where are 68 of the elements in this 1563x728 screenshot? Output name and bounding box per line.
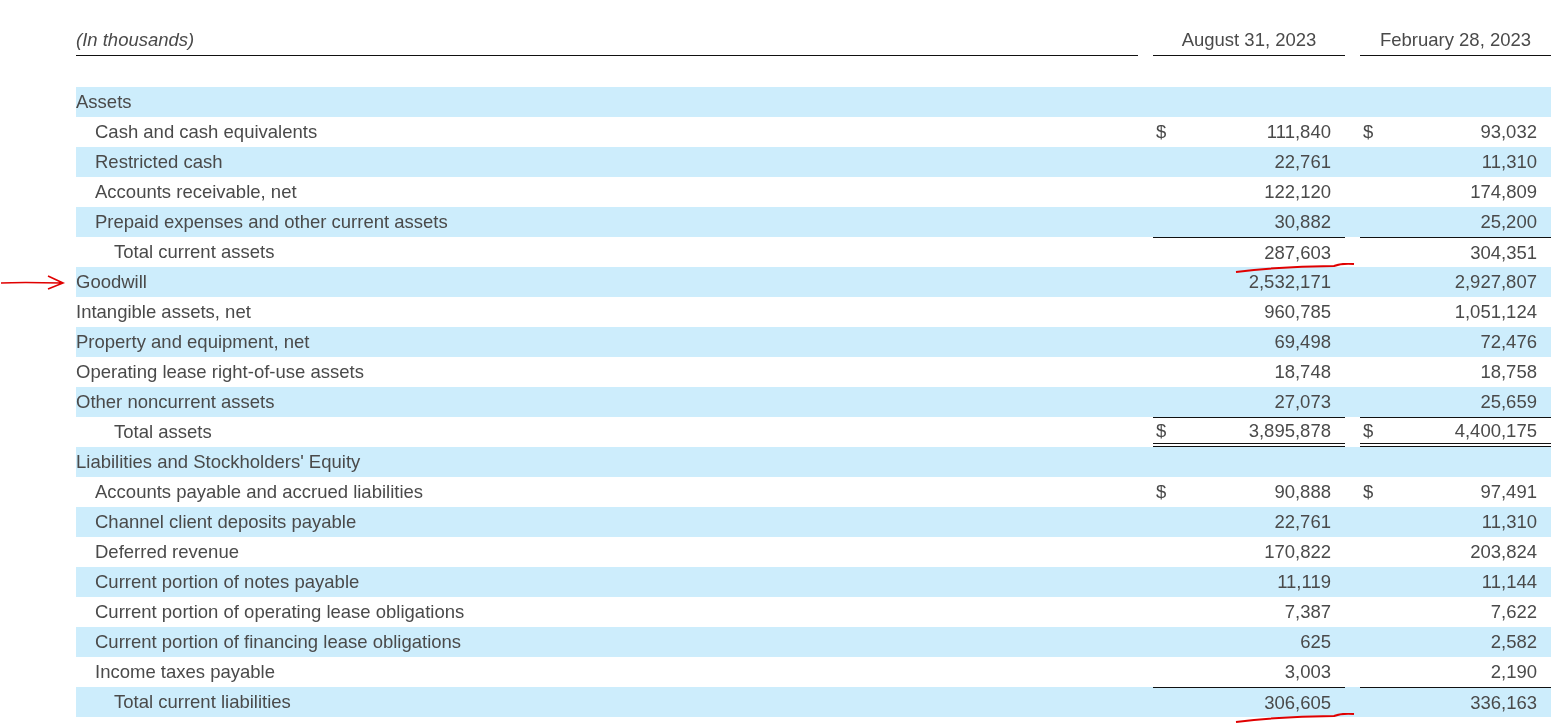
row-label: Intangible assets, net (76, 301, 251, 323)
amount: 27,073 (1274, 391, 1331, 413)
currency-symbol: $ (1363, 419, 1374, 442)
amount: 93,032 (1480, 121, 1537, 143)
currency-symbol: $ (1363, 481, 1374, 503)
amount: 1,051,124 (1454, 301, 1537, 323)
row-label: Deferred revenue (95, 541, 239, 563)
amount: 304,351 (1470, 241, 1537, 264)
amount: 11,310 (1481, 511, 1537, 533)
row-label: Cash and cash equivalents (95, 121, 318, 143)
row-label: Total current assets (114, 241, 275, 263)
row-label: Restricted cash (95, 151, 223, 173)
amount: 2,190 (1490, 661, 1537, 683)
currency-symbol: $ (1363, 121, 1374, 143)
amount: 7,622 (1490, 601, 1537, 623)
amount: 69,498 (1274, 331, 1331, 353)
currency-symbol: $ (1156, 481, 1167, 503)
column-header: February 28, 2023 (1360, 25, 1551, 56)
currency-symbol: $ (1156, 419, 1167, 442)
row-label: Accounts receivable, net (95, 181, 297, 203)
row-label: Prepaid expenses and other current assets (95, 211, 448, 233)
amount: 306,605 (1264, 691, 1331, 714)
amount: 174,809 (1470, 181, 1537, 203)
amount: 2,927,807 (1454, 271, 1537, 293)
amount: 72,476 (1480, 331, 1537, 353)
column-header: (In thousands) (76, 25, 1138, 56)
amount: 11,310 (1481, 151, 1537, 173)
row-label: Current portion of notes payable (95, 571, 360, 593)
amount: 30,882 (1274, 211, 1331, 233)
row-label: Total assets (114, 421, 212, 443)
amount: 203,824 (1470, 541, 1537, 563)
amount: 22,761 (1274, 151, 1331, 173)
amount: 960,785 (1264, 301, 1331, 323)
row-label: Current portion of operating lease obligations (95, 601, 465, 623)
amount: 111,840 (1266, 121, 1331, 143)
amount: 122,120 (1264, 181, 1331, 203)
amount: 4,400,175 (1454, 419, 1537, 442)
row-label: Property and equipment, net (76, 331, 310, 353)
amount: 25,200 (1480, 211, 1537, 233)
row-label: Operating lease right-of-use assets (76, 361, 364, 383)
amount: 3,003 (1284, 661, 1331, 683)
row-label: Channel client deposits payable (95, 511, 357, 533)
amount: 11,119 (1277, 571, 1331, 593)
amount: 22,761 (1274, 511, 1331, 533)
amount: 336,163 (1470, 691, 1537, 714)
amount: 25,659 (1480, 391, 1537, 413)
row-label: Liabilities and Stockholders' Equity (76, 451, 361, 473)
row-label: Assets (76, 91, 132, 113)
row-label: Goodwill (76, 271, 147, 293)
amount: 18,748 (1274, 361, 1331, 383)
amount: 97,491 (1480, 481, 1537, 503)
row-label: Other noncurrent assets (76, 391, 275, 413)
amount: 18,758 (1480, 361, 1537, 383)
amount: 2,532,171 (1248, 271, 1331, 293)
row-label: Current portion of financing lease obligations (95, 631, 462, 653)
amount: 170,822 (1264, 541, 1331, 563)
amount: 625 (1300, 631, 1331, 653)
amount: 7,387 (1284, 601, 1331, 623)
amount: 2,582 (1490, 631, 1537, 653)
amount: 11,144 (1481, 571, 1537, 593)
column-header: August 31, 2023 (1153, 25, 1345, 56)
amount: 3,895,878 (1248, 419, 1331, 442)
row-label: Total current liabilities (114, 691, 291, 713)
amount: 90,888 (1274, 481, 1331, 503)
row-label: Accounts payable and accrued liabilities (95, 481, 424, 503)
amount: 287,603 (1264, 241, 1331, 264)
currency-symbol: $ (1156, 121, 1167, 143)
row-label: Income taxes payable (95, 661, 275, 683)
